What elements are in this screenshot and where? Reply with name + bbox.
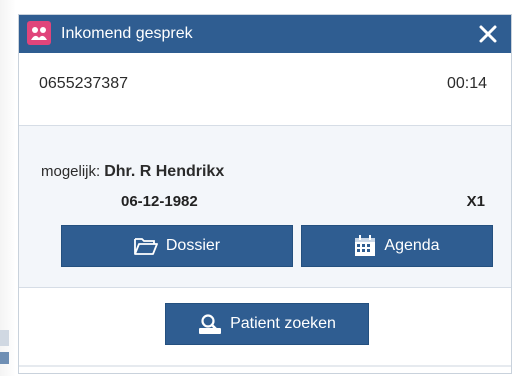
footer-divider xyxy=(19,365,511,367)
match-prefix-label: mogelijk: xyxy=(41,163,101,180)
background-window-edge xyxy=(0,0,16,376)
patient-birth-date: 06-12-1982 xyxy=(121,193,198,210)
dialog-titlebar: Inkomend gesprek xyxy=(19,15,511,53)
dossier-button-label: Dossier xyxy=(165,237,221,254)
call-duration: 00:14 xyxy=(446,75,487,92)
caller-info-bar: 0655237387 00:14 xyxy=(19,53,511,126)
patient-name: Dhr. R Hendrikx xyxy=(104,163,225,180)
patient-match: mogelijk: Dhr. R Hendrikx xyxy=(41,163,224,181)
search-icon xyxy=(198,313,222,335)
close-icon xyxy=(479,25,497,43)
dossier-button[interactable]: Dossier xyxy=(61,225,293,267)
folder-open-icon xyxy=(133,236,158,256)
screen: Inkomend gesprek 0655237387 00:14 mogeli… xyxy=(0,0,512,376)
dialog-title: Inkomend gesprek xyxy=(61,25,193,42)
patient-code: X1 xyxy=(466,193,485,210)
calendar-icon xyxy=(354,235,376,257)
search-patient-label: Patient zoeken xyxy=(230,315,336,332)
app-logo-icon xyxy=(27,21,51,45)
close-button[interactable] xyxy=(473,19,503,49)
caller-phone-number: 0655237387 xyxy=(39,75,128,92)
search-patient-button[interactable]: Patient zoeken xyxy=(165,303,369,345)
incoming-call-dialog: Inkomend gesprek 0655237387 00:14 mogeli… xyxy=(18,14,512,374)
background-window-fragment xyxy=(0,352,9,364)
agenda-button-label: Agenda xyxy=(384,237,440,254)
agenda-button[interactable]: Agenda xyxy=(301,225,493,267)
background-window-fragment xyxy=(0,330,9,346)
